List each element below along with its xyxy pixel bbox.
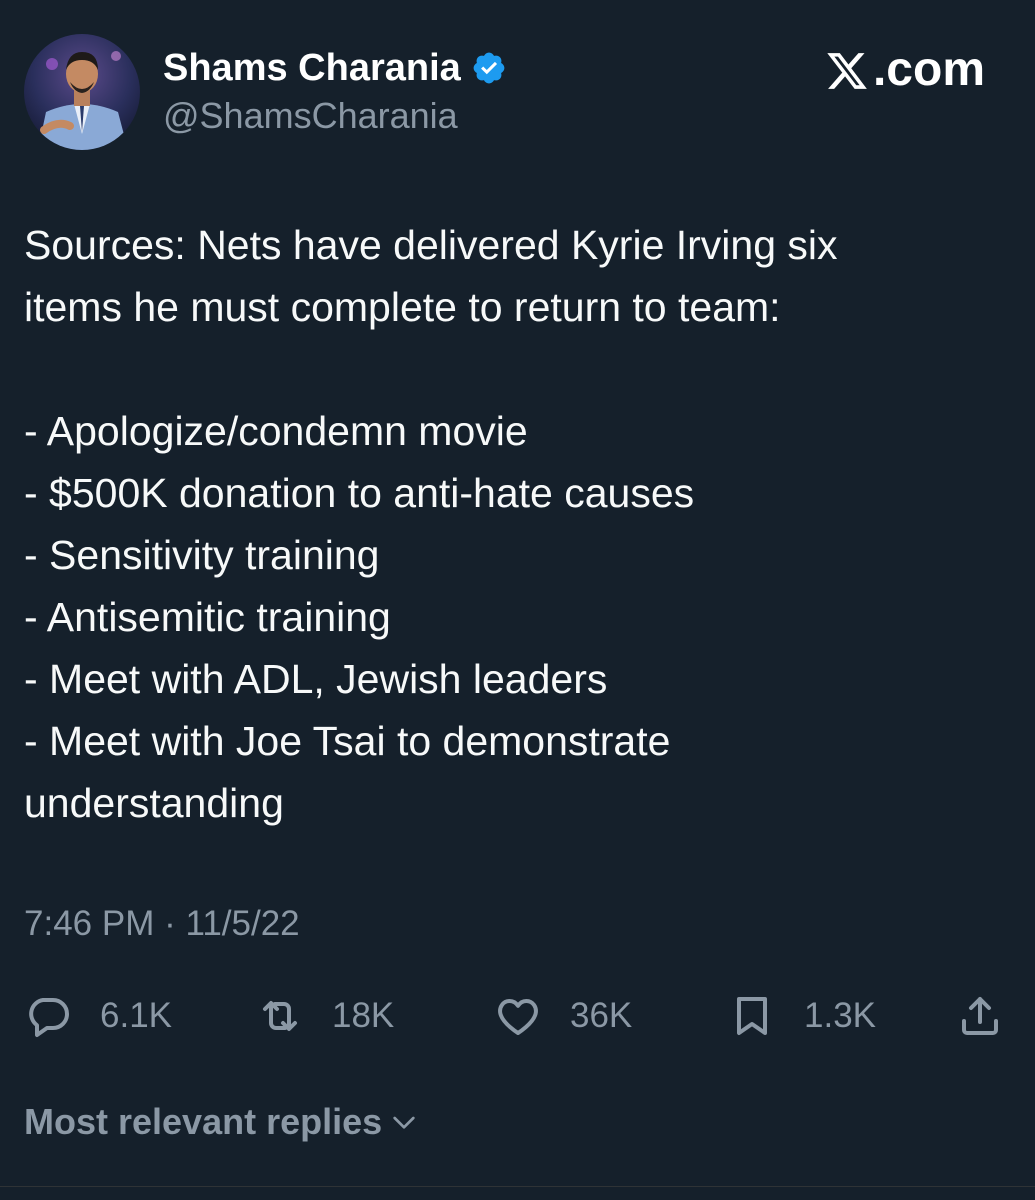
- tweet-line: understanding: [24, 780, 284, 826]
- chevron-down-icon: [393, 1116, 415, 1129]
- divider: [0, 1186, 1035, 1187]
- replies-sort-label: Most relevant replies: [24, 1101, 383, 1142]
- tweet-line: Sources: Nets have delivered Kyrie Irvin…: [24, 222, 838, 268]
- bookmark-button[interactable]: 1.3K: [728, 986, 876, 1046]
- verified-badge-icon: [471, 50, 507, 86]
- like-count: 36K: [570, 996, 633, 1035]
- tweet-timestamp[interactable]: 7:46 PM · 11/5/22: [24, 900, 300, 948]
- x-logo-icon: [825, 48, 869, 92]
- reply-count: 6.1K: [100, 996, 172, 1035]
- retweet-count: 18K: [332, 996, 395, 1035]
- reply-button[interactable]: 6.1K: [24, 986, 172, 1046]
- author-handle[interactable]: @ShamsCharania: [163, 92, 458, 140]
- tweet-action-bar: 6.1K 18K 36K 1.3K: [24, 986, 1014, 1046]
- share-button[interactable]: [956, 986, 1004, 1046]
- tweet-line: - Meet with ADL, Jewish leaders: [24, 656, 608, 702]
- retweet-icon: [263, 1001, 297, 1031]
- tweet-line: items he must complete to return to team…: [24, 284, 781, 330]
- retweet-button[interactable]: 18K: [256, 986, 394, 1046]
- like-button[interactable]: 36K: [494, 986, 632, 1046]
- tweet-line: - Meet with Joe Tsai to demonstrate: [24, 718, 671, 764]
- profile-photo: [24, 34, 140, 150]
- heart-icon: [498, 999, 538, 1035]
- tweet-text: Sources: Nets have delivered Kyrie Irvin…: [24, 214, 1014, 834]
- bookmark-icon: [737, 997, 767, 1035]
- tweet-line: - $500K donation to anti-hate causes: [24, 470, 695, 516]
- replies-sort-dropdown[interactable]: Most relevant replies: [24, 1098, 420, 1146]
- display-name-text: Shams Charania: [163, 47, 461, 89]
- share-icon: [962, 997, 998, 1035]
- tweet-line: - Antisemitic training: [24, 594, 391, 640]
- brand-label: .com: [872, 43, 985, 96]
- reply-icon: [29, 998, 69, 1037]
- tweet-line: - Sensitivity training: [24, 532, 380, 578]
- avatar[interactable]: [24, 34, 140, 150]
- author-display-name[interactable]: Shams Charania: [163, 44, 507, 92]
- bookmark-count: 1.3K: [804, 996, 876, 1035]
- tweet-line: - Apologize/condemn movie: [24, 408, 528, 454]
- brand-watermark: .com: [825, 40, 985, 100]
